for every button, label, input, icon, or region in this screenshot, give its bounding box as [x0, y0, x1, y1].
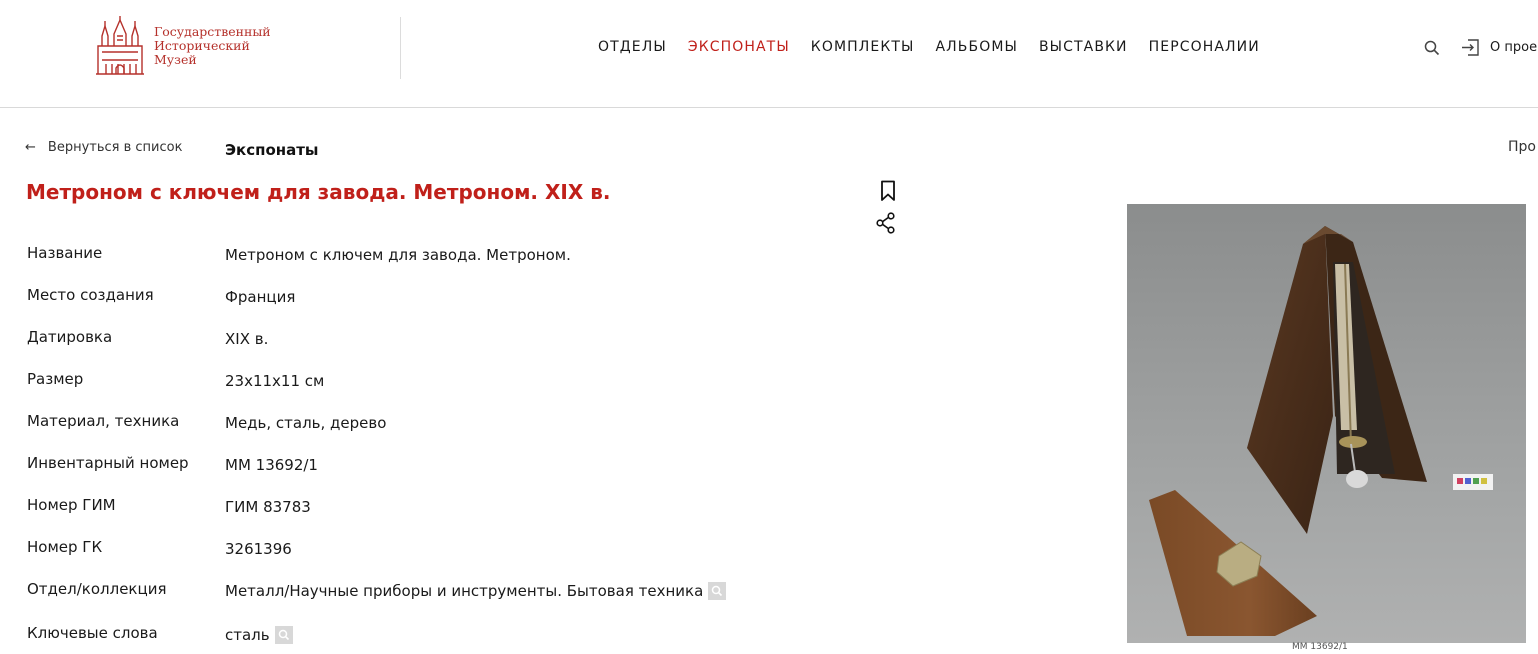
exhibit-photo[interactable]	[1127, 204, 1526, 643]
property-label: Отдел/коллекция	[27, 580, 167, 598]
header-divider	[400, 17, 401, 79]
nav-item-departments[interactable]: ОТДЕЛЫ	[598, 39, 667, 55]
property-label: Ключевые слова	[27, 624, 158, 642]
login-link[interactable]: О прое	[1461, 38, 1537, 57]
login-label: О прое	[1490, 40, 1538, 55]
site-header: Государственный Исторический Музей ОТДЕЛ…	[0, 0, 1538, 108]
property-value: Франция	[225, 288, 296, 306]
login-icon	[1462, 39, 1479, 56]
property-label: Инвентарный номер	[27, 454, 189, 472]
property-value: Метроном с ключем для завода. Метроном.	[225, 246, 571, 264]
property-value: 23х11х11 см	[225, 372, 325, 390]
property-value: ММ 13692/1	[225, 456, 318, 474]
property-value: 3261396	[225, 540, 292, 558]
back-to-list-link[interactable]: ← Вернуться в список	[25, 140, 182, 155]
nav-item-persons[interactable]: ПЕРСОНАЛИИ	[1149, 39, 1260, 55]
bookmark-icon[interactable]	[879, 180, 897, 202]
search-keyword-icon[interactable]	[274, 626, 293, 644]
property-label: Номер ГК	[27, 538, 103, 556]
share-icon[interactable]	[875, 212, 897, 234]
property-label: Материал, техника	[27, 412, 180, 430]
museum-logo[interactable]: Государственный Исторический Музей	[92, 16, 271, 76]
nav-item-sets[interactable]: КОМПЛЕКТЫ	[811, 39, 915, 55]
section-title: Экспонаты	[225, 141, 319, 159]
museum-building-icon	[96, 16, 144, 75]
nav-item-exhibitions[interactable]: ВЫСТАВКИ	[1039, 39, 1128, 55]
property-label: Номер ГИМ	[27, 496, 116, 514]
right-cut-link[interactable]: Про	[1508, 139, 1536, 155]
property-value: сталь	[225, 626, 270, 644]
back-to-list-label: Вернуться в список	[47, 140, 183, 155]
nav-item-exhibits[interactable]: ЭКСПОНАТЫ	[688, 39, 790, 55]
nav-item-albums[interactable]: АЛЬБОМЫ	[935, 39, 1017, 55]
search-icon[interactable]	[1424, 40, 1440, 56]
property-label: Датировка	[27, 328, 113, 346]
logo-line-3: Музей	[154, 52, 197, 67]
logo-line-1: Государственный	[154, 24, 271, 39]
main-nav: ОТДЕЛЫ ЭКСПОНАТЫ КОМПЛЕКТЫ АЛЬБОМЫ ВЫСТА…	[598, 39, 1281, 55]
search-collection-icon[interactable]	[708, 582, 727, 600]
property-value: ГИМ 83783	[225, 498, 311, 516]
property-label: Название	[27, 244, 103, 262]
property-value: Медь, сталь, дерево	[225, 414, 387, 432]
property-value: XIX в.	[225, 330, 269, 348]
logo-line-2: Исторический	[154, 38, 250, 53]
property-label: Место создания	[27, 286, 154, 304]
photo-caption: ММ 13692/1	[1292, 642, 1348, 652]
metronome-image	[1149, 226, 1493, 636]
arrow-left-icon: ←	[25, 140, 36, 155]
property-label: Размер	[27, 370, 84, 388]
property-value: Металл/Научные приборы и инструменты. Бы…	[225, 582, 704, 600]
page-title: Метроном с ключем для завода. Метроном. …	[26, 180, 611, 204]
